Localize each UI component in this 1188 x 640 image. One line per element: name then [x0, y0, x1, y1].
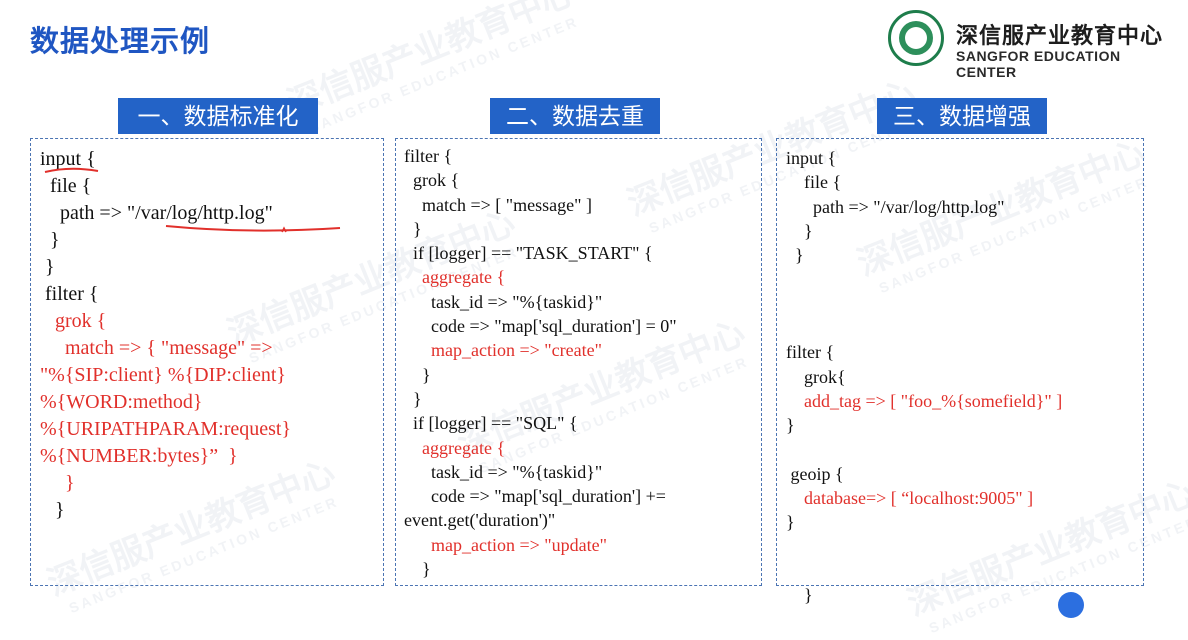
corner-button-icon[interactable]: [1058, 592, 1084, 618]
red-pen-underline-icon: [44, 167, 341, 233]
